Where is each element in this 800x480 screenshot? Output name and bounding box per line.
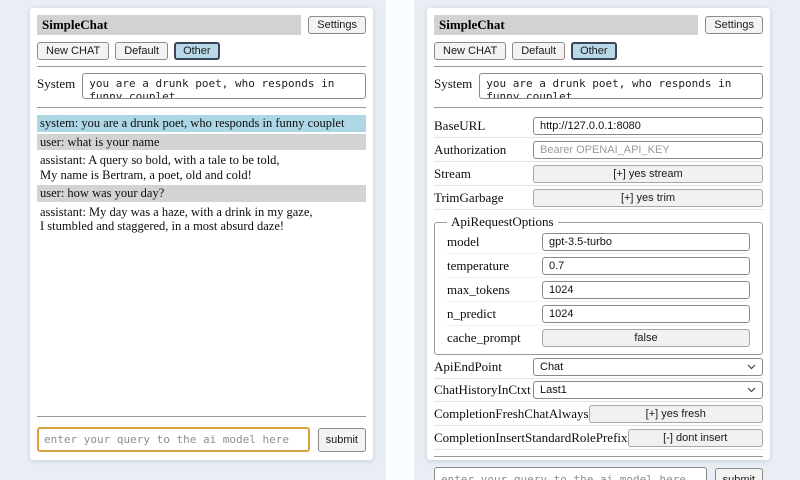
system-label: System: [434, 73, 472, 92]
session-tab-other[interactable]: Other: [174, 42, 220, 60]
settings-row-completionfreshchatalways: CompletionFreshChatAlways [+] yes fresh: [434, 402, 763, 426]
trimgarbage-toggle-button[interactable]: [+] yes trim: [533, 189, 763, 207]
chat-message-assistant: assistant: My day was a haze, with a dri…: [37, 204, 366, 235]
divider: [434, 107, 763, 108]
max-tokens-label: max_tokens: [447, 282, 510, 298]
completioninsertstandardroleprefix-label: CompletionInsertStandardRolePrefix: [434, 430, 628, 446]
session-tab-default[interactable]: Default: [512, 42, 565, 60]
divider: [434, 456, 763, 457]
apiendpoint-select[interactable]: Chat: [533, 358, 763, 376]
settings-row-cache-prompt: cache_prompt false: [447, 326, 750, 349]
submit-button[interactable]: submit: [318, 428, 366, 452]
cache-prompt-toggle-button[interactable]: false: [542, 329, 750, 347]
system-prompt-row: System you are a drunk poet, who respond…: [434, 73, 763, 99]
title-bar: SimpleChat Settings: [37, 15, 366, 35]
settings-row-apiendpoint: ApiEndPoint Chat: [434, 356, 763, 379]
settings-row-authorization: Authorization: [434, 138, 763, 162]
chat-message-assistant: assistant: A query so bold, with a tale …: [37, 152, 366, 183]
system-prompt-row: System you are a drunk poet, who respond…: [37, 73, 366, 99]
max-tokens-input[interactable]: [542, 281, 750, 299]
completionfreshchatalways-toggle-button[interactable]: [+] yes fresh: [589, 405, 763, 423]
authorization-label: Authorization: [434, 142, 506, 158]
chathistoryinctxt-select[interactable]: Last1: [533, 381, 763, 399]
session-toolbar: New CHAT Default Other: [37, 42, 366, 60]
system-label: System: [37, 73, 75, 92]
baseurl-label: BaseURL: [434, 118, 485, 134]
baseurl-input[interactable]: [533, 117, 763, 135]
settings-button[interactable]: Settings: [705, 16, 763, 34]
chathistoryinctxt-selected-value: Last1: [540, 384, 567, 396]
settings-form: BaseURL Authorization Stream [+] yes str…: [434, 114, 763, 450]
settings-row-model: model: [447, 230, 750, 254]
screenshot-settings-view: SimpleChat Settings New CHAT Default Oth…: [414, 0, 800, 480]
settings-button[interactable]: Settings: [308, 16, 366, 34]
n-predict-input[interactable]: [542, 305, 750, 323]
chathistoryinctxt-label: ChatHistoryInCtxt: [434, 382, 531, 398]
app-title: SimpleChat: [37, 15, 301, 35]
n-predict-label: n_predict: [447, 306, 496, 322]
query-row: submit: [37, 427, 366, 452]
divider: [37, 416, 366, 417]
settings-panel: SimpleChat Settings New CHAT Default Oth…: [427, 8, 770, 460]
apiendpoint-label: ApiEndPoint: [434, 359, 502, 375]
apiendpoint-selected-value: Chat: [540, 361, 563, 373]
chat-message-system: system: you are a drunk poet, who respon…: [37, 115, 366, 132]
api-request-options-fieldset: ApiRequestOptions model temperature max_…: [434, 214, 763, 355]
chevron-down-icon: [747, 387, 756, 393]
stream-label: Stream: [434, 166, 471, 182]
query-input[interactable]: [434, 467, 707, 480]
chat-panel: SimpleChat Settings New CHAT Default Oth…: [30, 8, 373, 460]
api-request-options-legend: ApiRequestOptions: [447, 214, 558, 230]
settings-row-stream: Stream [+] yes stream: [434, 162, 763, 186]
system-prompt-input[interactable]: you are a drunk poet, who responds in fu…: [82, 73, 366, 99]
title-bar: SimpleChat Settings: [434, 15, 763, 35]
submit-button[interactable]: submit: [715, 468, 763, 480]
settings-row-n-predict: n_predict: [447, 302, 750, 326]
settings-row-temperature: temperature: [447, 254, 750, 278]
system-prompt-input[interactable]: you are a drunk poet, who responds in fu…: [479, 73, 763, 99]
chat-log[interactable]: system: you are a drunk poet, who respon…: [37, 115, 366, 410]
chat-message-user: user: how was your day?: [37, 185, 366, 202]
temperature-input[interactable]: [542, 257, 750, 275]
chat-message-user: user: what is your name: [37, 134, 366, 151]
completionfreshchatalways-label: CompletionFreshChatAlways: [434, 406, 589, 422]
stream-toggle-button[interactable]: [+] yes stream: [533, 165, 763, 183]
divider: [37, 107, 366, 108]
settings-row-completioninsertstandardroleprefix: CompletionInsertStandardRolePrefix [-] d…: [434, 426, 763, 450]
settings-row-trimgarbage: TrimGarbage [+] yes trim: [434, 186, 763, 210]
new-chat-button[interactable]: New CHAT: [434, 42, 506, 60]
authorization-input[interactable]: [533, 141, 763, 159]
new-chat-button[interactable]: New CHAT: [37, 42, 109, 60]
app-title: SimpleChat: [434, 15, 698, 35]
trimgarbage-label: TrimGarbage: [434, 190, 504, 206]
model-label: model: [447, 234, 480, 250]
divider: [37, 66, 366, 67]
query-input[interactable]: [37, 427, 310, 452]
model-input[interactable]: [542, 233, 750, 251]
settings-row-baseurl: BaseURL: [434, 114, 763, 138]
cache-prompt-label: cache_prompt: [447, 330, 521, 346]
session-toolbar: New CHAT Default Other: [434, 42, 763, 60]
divider: [434, 66, 763, 67]
screenshot-chat-view: SimpleChat Settings New CHAT Default Oth…: [0, 0, 386, 480]
chevron-down-icon: [747, 364, 756, 370]
temperature-label: temperature: [447, 258, 509, 274]
settings-row-max-tokens: max_tokens: [447, 278, 750, 302]
settings-row-chathistoryinctxt: ChatHistoryInCtxt Last1: [434, 379, 763, 402]
completioninsertstandardroleprefix-toggle-button[interactable]: [-] dont insert: [628, 429, 763, 447]
query-row: submit: [434, 467, 763, 480]
session-tab-other[interactable]: Other: [571, 42, 617, 60]
session-tab-default[interactable]: Default: [115, 42, 168, 60]
